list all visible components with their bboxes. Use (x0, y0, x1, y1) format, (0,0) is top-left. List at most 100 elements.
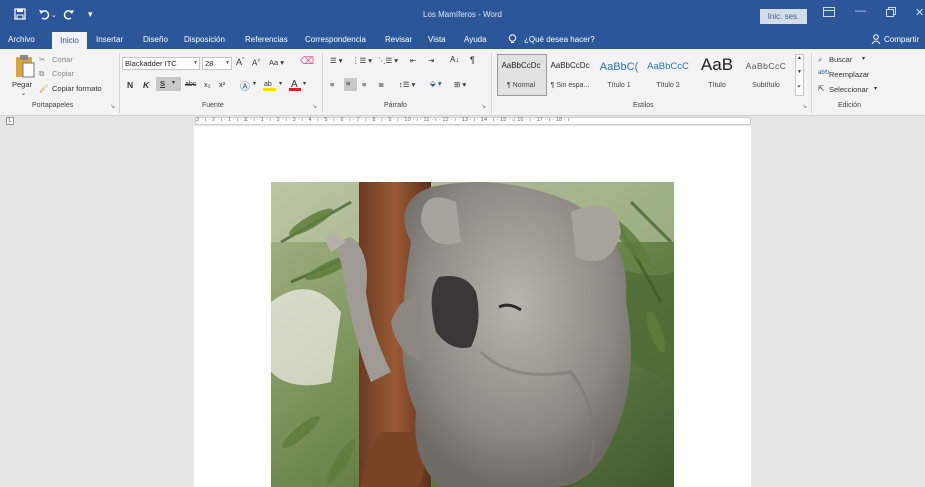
tab-inicio[interactable]: Inicio (52, 32, 87, 49)
scroll-down-icon[interactable]: ▼ (797, 69, 802, 75)
ribbon-display-options-icon[interactable] (823, 7, 835, 20)
sign-in-button[interactable]: Inic. ses. (760, 9, 807, 24)
scroll-up-icon[interactable]: ▲ (797, 55, 802, 61)
line-spacing-icon[interactable]: ↕☰ ▾ (399, 80, 415, 89)
highlight-color-icon[interactable]: ab (263, 78, 277, 93)
font-color-icon[interactable]: A (289, 78, 301, 93)
tab-ayuda[interactable]: Ayuda (464, 35, 487, 44)
font-size-select[interactable]: 28 ▾ (202, 57, 232, 70)
cut-icon[interactable]: ✂ (39, 55, 45, 64)
tab-selector[interactable]: L (6, 117, 14, 125)
decrease-indent-icon[interactable]: ⇤ (410, 56, 416, 65)
share-button[interactable]: Compartir (884, 35, 919, 44)
share-person-icon[interactable] (871, 34, 881, 46)
style-normal-label: ¶ Normal (506, 82, 536, 89)
underline-button[interactable]: S ▾ (156, 77, 181, 91)
clipboard-launcher-icon[interactable]: ↘ (110, 103, 115, 110)
find-button[interactable]: Buscar (829, 55, 852, 64)
format-painter-icon[interactable]: 🖌 (39, 84, 49, 93)
group-divider (322, 53, 323, 113)
chevron-down-icon[interactable]: ▾ (303, 80, 306, 87)
multilevel-list-icon[interactable]: ⋱☰ ▾ (378, 56, 398, 65)
close-icon[interactable]: ✕ (915, 6, 924, 19)
justify-icon[interactable]: ≣ (378, 80, 384, 89)
tab-referencias[interactable]: Referencias (245, 35, 288, 44)
koala-image[interactable] (271, 182, 674, 487)
group-divider (119, 53, 120, 113)
increase-indent-icon[interactable]: ⇥ (428, 56, 434, 65)
style-subtitle-card[interactable]: AaBbCcC Subtítulo (742, 55, 790, 95)
group-divider (491, 53, 492, 113)
bold-icon[interactable]: N (127, 80, 133, 90)
chevron-down-icon: ▾ (172, 80, 176, 86)
document-page[interactable] (194, 126, 751, 487)
font-name-select[interactable]: Blackadder ITC ▾ (122, 57, 200, 70)
sort-icon[interactable]: A↓ (450, 55, 459, 64)
style-no-spacing-card[interactable]: AaBbCcDc ¶ Sin espa... (546, 55, 594, 95)
copy-icon[interactable]: ⧉ (39, 69, 44, 79)
replace-icon[interactable]: ab↻ (818, 69, 830, 76)
subscript-icon[interactable]: x₂ (204, 80, 211, 89)
align-right-icon[interactable]: ≡ (362, 80, 366, 89)
change-case-icon[interactable]: Aa ▾ (269, 58, 284, 67)
superscript-icon[interactable]: x² (219, 80, 225, 89)
show-paragraph-marks-icon[interactable]: ¶ (470, 55, 475, 65)
styles-scroll: ▲ ▼ ⏷ (795, 54, 804, 96)
paragraph-launcher-icon[interactable]: ↘ (481, 103, 486, 110)
tab-vista[interactable]: Vista (428, 35, 446, 44)
format-painter-button[interactable]: Copiar formato (52, 84, 102, 93)
paste-dropdown-icon[interactable]: ⌄ (21, 90, 26, 97)
chevron-down-icon[interactable]: ▾ (253, 80, 256, 87)
cut-button[interactable]: Cortar (52, 55, 73, 64)
italic-icon[interactable]: K (143, 80, 149, 90)
chevron-down-icon: ▾ (225, 60, 229, 66)
paste-button[interactable]: Pegar (12, 80, 32, 89)
style-normal-preview: AaBbCcDc (501, 61, 541, 70)
ribbon: Pegar ⌄ ✂ Cortar ⧉ Copiar 🖌 Copiar forma… (0, 49, 925, 116)
shrink-font-icon[interactable]: A˅ (252, 58, 260, 68)
grow-font-icon[interactable]: A^ (236, 57, 244, 67)
chevron-down-icon: ▾ (193, 60, 197, 66)
select-button[interactable]: Seleccionar (829, 85, 868, 94)
tab-correspondencia[interactable]: Correspondencia (305, 35, 366, 44)
bullets-icon[interactable]: ☰ ▾ (330, 56, 343, 65)
style-title-label: Título (708, 82, 726, 89)
select-cursor-icon[interactable]: ⇱ (818, 84, 824, 93)
clear-formatting-icon[interactable]: ⌫ (300, 56, 314, 67)
lightbulb-icon (508, 34, 517, 46)
style-title-card[interactable]: AaB Título (693, 55, 741, 95)
chevron-down-icon[interactable]: ▾ (862, 55, 865, 62)
align-left-icon[interactable]: ≡ (330, 80, 334, 89)
style-heading-1-card[interactable]: AaBbC(Título 1 (595, 55, 643, 95)
style-no-spacing-preview: AaBbCcDc (550, 61, 590, 70)
styles-launcher-icon[interactable]: ↘ (802, 103, 807, 110)
underline-icon: S (160, 79, 166, 88)
find-icon[interactable]: ⌕ (818, 55, 822, 65)
borders-icon[interactable]: ⊞ ▾ (454, 80, 466, 89)
style-heading-1-preview: AaBbC( (599, 61, 639, 73)
style-heading-2-card[interactable]: AaBbCcC Título 2 (644, 55, 692, 95)
shading-icon[interactable]: ⬙ ▾ (430, 79, 442, 88)
font-launcher-icon[interactable]: ↘ (312, 103, 317, 110)
chevron-down-icon[interactable]: ▾ (279, 80, 282, 87)
tab-diseno[interactable]: Diseño (143, 35, 168, 44)
tell-me-field[interactable]: ¿Qué desea hacer? (524, 35, 595, 44)
group-divider (811, 53, 812, 113)
styles-more-icon[interactable]: ⏷ (797, 84, 801, 90)
horizontal-ruler[interactable]: 3 · ı · 2 · ı · 1 · ı · ⧖ · ı · 1 · ı · … (195, 117, 751, 125)
minimize-icon[interactable]: — (855, 5, 866, 17)
numbering-icon[interactable]: ⋮☰ ▾ (352, 56, 372, 65)
replace-button[interactable]: Reemplazar (829, 70, 869, 79)
tab-insertar[interactable]: Insertar (96, 35, 123, 44)
restore-icon[interactable] (886, 7, 896, 20)
strikethrough-icon[interactable]: abc (185, 81, 196, 88)
text-effects-icon[interactable]: Ⓐ (240, 78, 250, 93)
copy-button[interactable]: Copiar (52, 69, 74, 78)
style-normal-card[interactable]: AaBbCcDc ¶ Normal (497, 55, 545, 95)
tab-revisar[interactable]: Revisar (385, 35, 412, 44)
chevron-down-icon[interactable]: ▾ (874, 85, 877, 92)
tab-archivo[interactable]: Archivo (8, 35, 35, 44)
tab-disposicion[interactable]: Disposición (184, 35, 225, 44)
align-center-button[interactable]: ≡ (344, 78, 357, 91)
style-heading-2-preview: AaBbCcC (647, 61, 689, 72)
